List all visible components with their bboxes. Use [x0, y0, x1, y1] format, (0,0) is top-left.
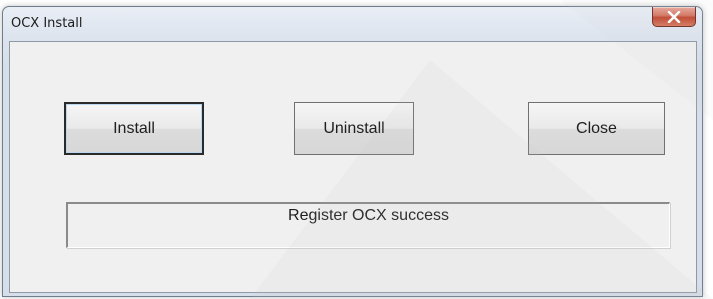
dialog-client-area: Install Uninstall Close Register OCX suc… — [9, 41, 697, 293]
ocx-install-dialog: OCX Install Install Uninstall Close Regi… — [2, 6, 703, 297]
uninstall-button[interactable]: Uninstall — [294, 102, 414, 155]
install-button[interactable]: Install — [64, 102, 204, 155]
screen: OCX Install Install Uninstall Close Regi… — [0, 0, 713, 299]
title-bar[interactable]: OCX Install — [3, 7, 702, 35]
close-button[interactable]: Close — [528, 102, 665, 155]
status-field: Register OCX success — [66, 202, 670, 248]
status-text: Register OCX success — [288, 207, 449, 224]
window-title: OCX Install — [11, 16, 83, 31]
close-x-icon — [667, 10, 681, 23]
window-close-button[interactable] — [652, 7, 696, 27]
